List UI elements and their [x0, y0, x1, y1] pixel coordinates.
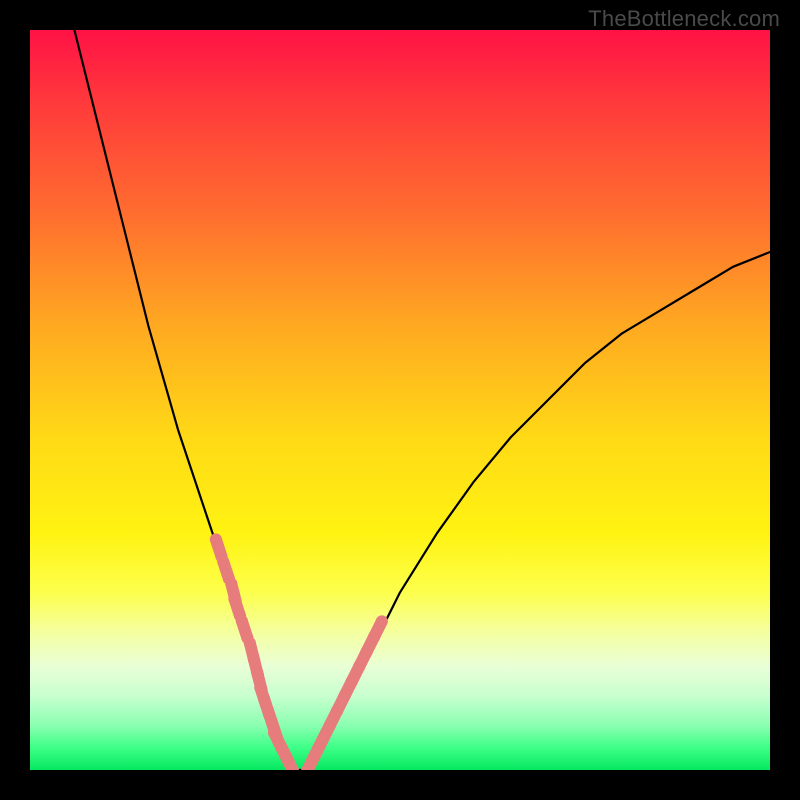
chart-frame: [30, 30, 770, 770]
background-gradient: [30, 30, 770, 770]
watermark-text: TheBottleneck.com: [588, 6, 780, 32]
